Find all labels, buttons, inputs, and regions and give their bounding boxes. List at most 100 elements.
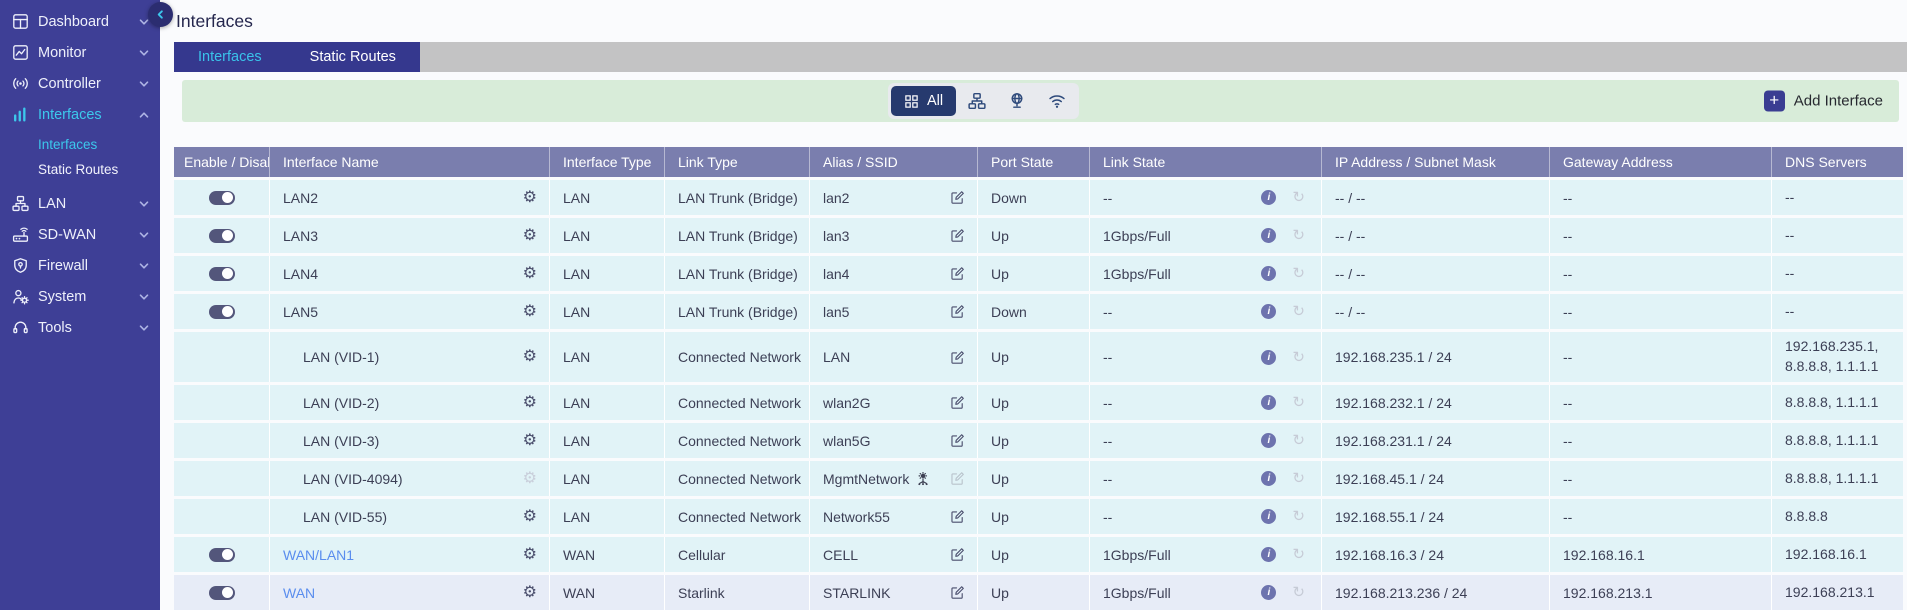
info-icon[interactable]: i bbox=[1261, 433, 1276, 448]
sidebar-item-label: Monitor bbox=[38, 45, 86, 61]
sidebar-item-label: Firewall bbox=[38, 258, 88, 274]
gear-icon[interactable]: ⚙ bbox=[523, 190, 537, 206]
info-icon[interactable]: i bbox=[1261, 471, 1276, 486]
info-icon[interactable]: i bbox=[1261, 585, 1276, 600]
link-state-value: 1Gbps/Full bbox=[1103, 547, 1171, 563]
edit-alias-icon[interactable] bbox=[950, 350, 965, 365]
interface-name[interactable]: WAN bbox=[283, 585, 315, 601]
sidebar-subitem-interfaces-sub[interactable]: Interfaces bbox=[0, 132, 160, 157]
info-icon[interactable]: i bbox=[1261, 304, 1276, 319]
sidebar-item-lan[interactable]: LAN bbox=[0, 188, 160, 219]
edit-alias-icon[interactable] bbox=[950, 228, 965, 243]
gear-icon[interactable]: ⚙ bbox=[523, 547, 537, 563]
edit-alias-icon[interactable] bbox=[950, 266, 965, 281]
link-state-icons: i↻ bbox=[1261, 471, 1305, 486]
interfaces-icon bbox=[12, 106, 29, 123]
ip-address-cell: 192.168.213.236 / 24 bbox=[1321, 575, 1549, 610]
table-header-row: Enable / DisableInterface NameInterface … bbox=[174, 147, 1903, 177]
info-icon[interactable]: i bbox=[1261, 395, 1276, 410]
refresh-icon[interactable]: ↻ bbox=[1292, 266, 1305, 281]
interface-name-cell: LAN3⚙ bbox=[269, 218, 549, 253]
sidebar-item-controller[interactable]: Controller bbox=[0, 68, 160, 99]
tools-icon bbox=[12, 319, 29, 336]
filter-all-button[interactable]: All bbox=[891, 86, 956, 116]
gear-icon[interactable]: ⚙ bbox=[523, 433, 537, 449]
sidebar-item-interfaces[interactable]: Interfaces bbox=[0, 99, 160, 130]
interface-name-cell: WAN/LAN1 ⚙ bbox=[269, 537, 549, 572]
enable-toggle[interactable] bbox=[209, 548, 235, 562]
edit-alias-icon[interactable] bbox=[950, 509, 965, 524]
refresh-icon[interactable]: ↻ bbox=[1292, 304, 1305, 319]
edit-alias-icon[interactable] bbox=[950, 190, 965, 205]
sidebar-item-tools[interactable]: Tools bbox=[0, 312, 160, 343]
alias-cell: MgmtNetwork bbox=[809, 461, 977, 496]
link-state-cell: --i↻ bbox=[1089, 461, 1321, 496]
refresh-icon[interactable]: ↻ bbox=[1292, 350, 1305, 365]
info-icon[interactable]: i bbox=[1261, 350, 1276, 365]
gear-icon[interactable]: ⚙ bbox=[523, 228, 537, 244]
edit-alias-icon[interactable] bbox=[950, 304, 965, 319]
link-type-cell: Starlink bbox=[664, 575, 809, 610]
filter-lan-button[interactable] bbox=[958, 86, 996, 116]
refresh-icon[interactable]: ↻ bbox=[1292, 228, 1305, 243]
toggle-knob bbox=[222, 268, 233, 279]
refresh-icon[interactable]: ↻ bbox=[1292, 471, 1305, 486]
refresh-icon[interactable]: ↻ bbox=[1292, 395, 1305, 410]
refresh-icon[interactable]: ↻ bbox=[1292, 547, 1305, 562]
link-state-cell: --i↻ bbox=[1089, 180, 1321, 215]
table-row: LAN (VID-1)⚙LANConnected NetworkLANUp--i… bbox=[174, 332, 1903, 382]
sidebar-item-sdwan[interactable]: SD-WAN bbox=[0, 219, 160, 250]
sidebar-item-dashboard[interactable]: Dashboard bbox=[0, 6, 160, 37]
enable-toggle[interactable] bbox=[209, 229, 235, 243]
gear-icon[interactable]: ⚙ bbox=[523, 349, 537, 365]
add-interface-button[interactable]: + Add Interface bbox=[1764, 91, 1883, 112]
sidebar-item-monitor[interactable]: Monitor bbox=[0, 37, 160, 68]
filter-toolbar: All + Add Interface bbox=[182, 80, 1899, 122]
refresh-icon[interactable]: ↻ bbox=[1292, 585, 1305, 600]
tab-interfaces[interactable]: Interfaces bbox=[174, 42, 286, 72]
info-icon[interactable]: i bbox=[1261, 190, 1276, 205]
filter-wan-button[interactable] bbox=[998, 86, 1036, 116]
edit-alias-icon[interactable] bbox=[950, 433, 965, 448]
gear-icon[interactable]: ⚙ bbox=[523, 509, 537, 525]
gear-icon[interactable]: ⚙ bbox=[523, 585, 537, 601]
enable-toggle[interactable] bbox=[209, 305, 235, 319]
sidebar-item-system[interactable]: System bbox=[0, 281, 160, 312]
system-icon bbox=[12, 288, 29, 305]
column-header-1: Interface Name bbox=[269, 147, 549, 177]
gear-icon[interactable]: ⚙ bbox=[523, 304, 537, 320]
interface-name-cell: LAN2⚙ bbox=[269, 180, 549, 215]
sidebar-item-label: Controller bbox=[38, 76, 101, 92]
refresh-icon[interactable]: ↻ bbox=[1292, 190, 1305, 205]
interface-type-cell: LAN bbox=[549, 294, 664, 329]
info-icon[interactable]: i bbox=[1261, 509, 1276, 524]
sidebar-item-firewall[interactable]: Firewall bbox=[0, 250, 160, 281]
interface-name[interactable]: WAN/LAN1 bbox=[283, 547, 354, 563]
enable-toggle[interactable] bbox=[209, 191, 235, 205]
refresh-icon[interactable]: ↻ bbox=[1292, 509, 1305, 524]
edit-alias-icon[interactable] bbox=[950, 395, 965, 410]
info-icon[interactable]: i bbox=[1261, 266, 1276, 281]
info-icon[interactable]: i bbox=[1261, 228, 1276, 243]
link-state-cell: --i↻ bbox=[1089, 385, 1321, 420]
dns-servers-cell: 8.8.8.8, 1.1.1.1 bbox=[1771, 461, 1903, 496]
dns-servers-cell: 192.168.16.1 bbox=[1771, 537, 1903, 572]
enable-toggle[interactable] bbox=[209, 267, 235, 281]
gear-icon[interactable]: ⚙ bbox=[523, 266, 537, 282]
gear-icon[interactable]: ⚙ bbox=[523, 395, 537, 411]
enable-toggle-cell bbox=[174, 256, 269, 291]
filter-wifi-button[interactable] bbox=[1038, 86, 1076, 116]
edit-alias-icon[interactable] bbox=[950, 585, 965, 600]
lan-icon bbox=[12, 195, 29, 212]
link-state-icons: i↻ bbox=[1261, 266, 1305, 281]
edit-alias-icon[interactable] bbox=[950, 547, 965, 562]
alias-cell: lan5 bbox=[809, 294, 977, 329]
tab-static-routes[interactable]: Static Routes bbox=[286, 42, 420, 72]
sidebar-collapse-button[interactable] bbox=[148, 2, 173, 27]
dns-value: 8.8.8.8 bbox=[1785, 507, 1828, 527]
enable-toggle[interactable] bbox=[209, 586, 235, 600]
info-icon[interactable]: i bbox=[1261, 547, 1276, 562]
wifi-icon bbox=[1048, 92, 1066, 110]
refresh-icon[interactable]: ↻ bbox=[1292, 433, 1305, 448]
sidebar-subitem-static-routes-sub[interactable]: Static Routes bbox=[0, 157, 160, 182]
